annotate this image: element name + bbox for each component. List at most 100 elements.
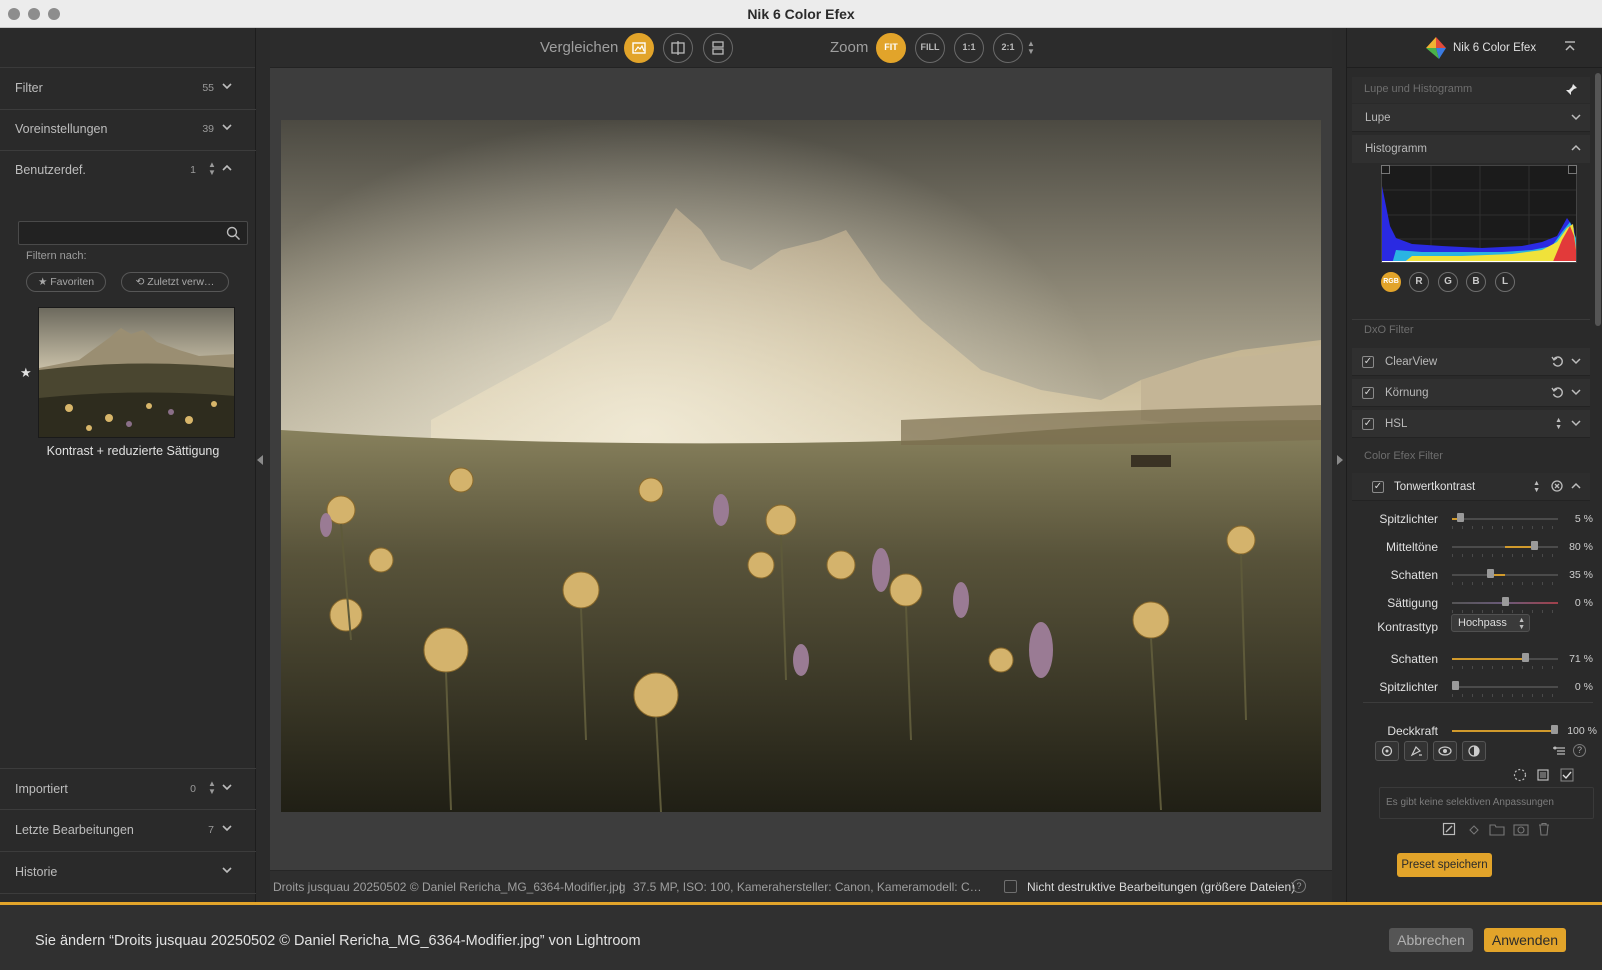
- zoom-fit-button[interactable]: FIT: [876, 33, 906, 63]
- collapse-left-panel-icon[interactable]: [257, 455, 263, 465]
- zoom-fill-button[interactable]: FILL: [915, 33, 945, 63]
- slider-track[interactable]: [1452, 541, 1558, 550]
- collapse-up-icon[interactable]: [1563, 40, 1577, 54]
- filter-enabled-checkbox[interactable]: ✓: [1372, 481, 1384, 493]
- control-point-button[interactable]: [1375, 741, 1399, 761]
- reorder-stepper-icon[interactable]: ▲ ▼: [1533, 480, 1540, 494]
- chevron-up-icon[interactable]: [220, 160, 234, 176]
- chevron-up-icon[interactable]: [1570, 480, 1582, 492]
- side-by-side-button[interactable]: [703, 33, 733, 63]
- compare-before-after-button[interactable]: [624, 33, 654, 63]
- slider-track[interactable]: [1452, 681, 1558, 690]
- slider-track[interactable]: [1452, 653, 1558, 662]
- chevron-down-icon[interactable]: [220, 779, 234, 795]
- hist-channel-l[interactable]: L: [1495, 272, 1515, 292]
- filter-enabled-checkbox[interactable]: ✓: [1362, 418, 1374, 430]
- chevron-down-icon[interactable]: [1570, 111, 1582, 123]
- slider-handle[interactable]: [1456, 513, 1464, 522]
- favorites-filter-button[interactable]: ★ Favoriten: [26, 272, 106, 292]
- slider-track[interactable]: [1452, 513, 1558, 522]
- remove-filter-icon[interactable]: [1551, 480, 1563, 492]
- slider-shadows[interactable]: Schatten 35 %: [1347, 562, 1602, 588]
- slider-shadows-2[interactable]: Schatten 71 %: [1347, 646, 1602, 672]
- slider-handle[interactable]: [1551, 725, 1558, 734]
- slider-handle[interactable]: [1531, 541, 1539, 550]
- slider-handle[interactable]: [1486, 569, 1494, 578]
- dxo-filter-clearview[interactable]: ✓ ClearView: [1352, 348, 1590, 376]
- slider-midtones[interactable]: Mitteltöne 80 %: [1347, 534, 1602, 560]
- photo-preview[interactable]: [281, 120, 1321, 812]
- shadow-clipping-toggle[interactable]: [1381, 165, 1390, 174]
- invert-mask-icon[interactable]: [1513, 768, 1527, 782]
- diamond-icon[interactable]: [1468, 824, 1480, 836]
- chevron-up-icon[interactable]: [1570, 142, 1582, 154]
- sort-stepper-icon[interactable]: ▲ ▼: [208, 161, 216, 177]
- contrast-type-select[interactable]: Hochpass ▲ ▼: [1451, 614, 1530, 632]
- right-scrollbar[interactable]: [1595, 73, 1601, 326]
- nondestructive-checkbox[interactable]: [1004, 880, 1017, 893]
- dxo-filter-hsl[interactable]: ✓ HSL ▲ ▼: [1352, 410, 1590, 438]
- section-filter[interactable]: Filter 55: [0, 68, 256, 110]
- hist-channel-g[interactable]: G: [1438, 272, 1458, 292]
- save-preset-button[interactable]: Preset speichern: [1397, 853, 1492, 877]
- checkmark-icon[interactable]: [1560, 768, 1574, 782]
- histogram-row[interactable]: Histogramm: [1352, 135, 1590, 163]
- chevron-down-icon[interactable]: [220, 862, 234, 878]
- collapse-right-panel-icon[interactable]: [1337, 455, 1343, 465]
- mask-frame-icon[interactable]: [1536, 768, 1550, 782]
- section-presets[interactable]: Voreinstellungen 39: [0, 109, 256, 151]
- preset-thumbnail[interactable]: [38, 307, 235, 438]
- active-filter-header[interactable]: ✓ Tonwertkontrast ▲ ▼: [1352, 473, 1590, 501]
- slider-handle[interactable]: [1452, 681, 1459, 690]
- search-input[interactable]: [18, 221, 248, 245]
- cancel-button[interactable]: Abbrechen: [1389, 928, 1473, 952]
- slider-handle[interactable]: [1522, 653, 1530, 662]
- section-history[interactable]: Historie: [0, 852, 256, 894]
- star-icon[interactable]: ★: [20, 365, 32, 381]
- section-recent-edits[interactable]: Letzte Bearbeitungen 7: [0, 810, 256, 852]
- loupe-row[interactable]: Lupe: [1352, 104, 1590, 132]
- section-custom[interactable]: Benutzerdef. 1 ▲ ▼: [0, 150, 256, 192]
- slider-track[interactable]: [1452, 725, 1558, 734]
- camera-icon[interactable]: [1513, 822, 1529, 836]
- slider-saturation[interactable]: Sättigung 0 %: [1347, 590, 1602, 616]
- split-view-button[interactable]: [663, 33, 693, 63]
- zoom-stepper-icon[interactable]: ▲ ▼: [1027, 40, 1035, 56]
- recent-filter-button[interactable]: ⟲ Zuletzt verw…: [121, 272, 229, 292]
- hist-channel-r[interactable]: R: [1409, 272, 1429, 292]
- slider-track[interactable]: [1452, 569, 1558, 578]
- section-imported[interactable]: Importiert 0 ▲ ▼: [0, 768, 256, 810]
- chevron-down-icon[interactable]: [220, 820, 234, 836]
- zoom-1-1-button[interactable]: 1:1: [954, 33, 984, 63]
- search-icon[interactable]: [226, 226, 241, 241]
- chevron-down-icon[interactable]: [1570, 386, 1582, 398]
- help-icon[interactable]: ?: [1292, 879, 1306, 893]
- filter-enabled-checkbox[interactable]: ✓: [1362, 356, 1374, 368]
- reset-icon[interactable]: [1551, 355, 1564, 368]
- apply-button[interactable]: Anwenden: [1484, 928, 1566, 952]
- chevron-down-icon[interactable]: [220, 78, 234, 94]
- dxo-filter-grain[interactable]: ✓ Körnung: [1352, 379, 1590, 407]
- sort-stepper-icon[interactable]: ▲ ▼: [208, 780, 216, 796]
- add-folder-icon[interactable]: [1489, 822, 1505, 836]
- luminance-mask-button[interactable]: [1462, 741, 1486, 761]
- highlight-clipping-toggle[interactable]: [1568, 165, 1577, 174]
- hist-channel-rgb[interactable]: RGB: [1381, 272, 1401, 292]
- brush-button[interactable]: [1404, 741, 1428, 761]
- reorder-stepper-icon[interactable]: ▲ ▼: [1555, 417, 1562, 431]
- edit-mask-icon[interactable]: [1442, 822, 1456, 836]
- filter-enabled-checkbox[interactable]: ✓: [1362, 387, 1374, 399]
- chevron-down-icon[interactable]: [1570, 417, 1582, 429]
- hist-channel-b[interactable]: B: [1466, 272, 1486, 292]
- mask-settings-icon[interactable]: [1552, 745, 1566, 757]
- mask-view-button[interactable]: [1433, 741, 1457, 761]
- pin-icon[interactable]: [1565, 83, 1578, 96]
- slider-highlights-2[interactable]: Spitzlichter 0 %: [1347, 674, 1602, 700]
- chevron-down-icon[interactable]: [1570, 355, 1582, 367]
- zoom-2-1-button[interactable]: 2:1: [993, 33, 1023, 63]
- reset-icon[interactable]: [1551, 386, 1564, 399]
- slider-highlights[interactable]: Spitzlichter 5 %: [1347, 506, 1602, 532]
- slider-track[interactable]: [1452, 597, 1558, 606]
- help-icon[interactable]: ?: [1573, 744, 1586, 757]
- trash-icon[interactable]: [1537, 822, 1551, 836]
